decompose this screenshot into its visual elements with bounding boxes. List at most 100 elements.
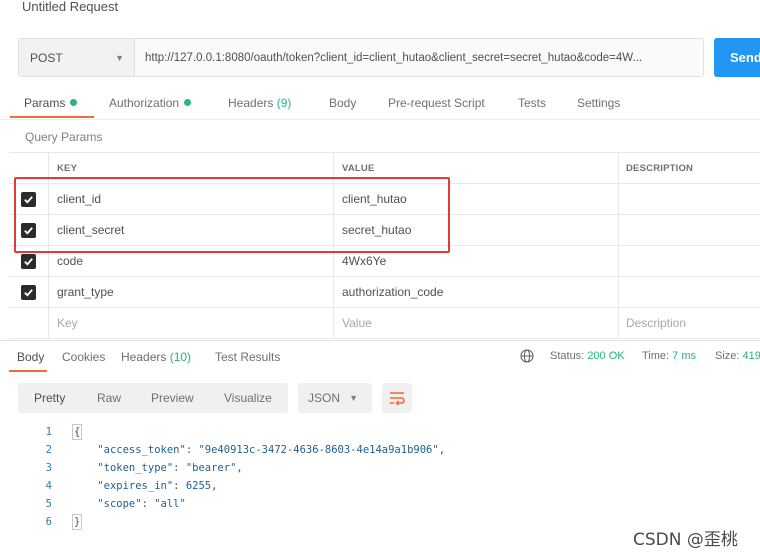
param-value[interactable]: secret_hutao bbox=[334, 215, 619, 245]
row-checkbox-cell bbox=[9, 215, 49, 245]
tab-pre-request-script[interactable]: Pre-request Script bbox=[388, 96, 485, 110]
tab-authorization[interactable]: Authorization bbox=[109, 96, 192, 110]
json-comma: , bbox=[211, 480, 218, 492]
json-key: "expires_in" bbox=[97, 480, 174, 492]
param-description[interactable] bbox=[619, 215, 760, 245]
header-description: DESCRIPTION bbox=[626, 162, 694, 174]
method-label: POST bbox=[30, 50, 63, 65]
param-checkbox[interactable] bbox=[21, 253, 36, 269]
request-title[interactable]: Untitled Request bbox=[22, 0, 118, 14]
table-header-row: KEY VALUE DESCRIPTION bbox=[9, 153, 760, 184]
authorization-active-dot bbox=[184, 99, 192, 106]
tab-headers-label: Headers bbox=[228, 96, 274, 110]
param-key[interactable]: grant_type bbox=[49, 277, 334, 307]
response-time: Time: 7 ms bbox=[642, 350, 696, 362]
time-value[interactable]: 7 ms bbox=[672, 350, 696, 362]
watermark: CSDN @歪桃 bbox=[633, 530, 738, 550]
response-size: Size: 419 bbox=[715, 350, 760, 362]
checkmark-icon bbox=[24, 195, 33, 204]
language-select-label: JSON bbox=[308, 391, 341, 405]
code-line: 2 "access_token": "9e40913c-3472-4636-86… bbox=[0, 441, 760, 459]
format-toolbar: Pretty Raw Preview Visualize bbox=[18, 383, 288, 413]
param-description[interactable] bbox=[619, 277, 760, 307]
time-label: Time: bbox=[642, 350, 670, 362]
tab-params[interactable]: Params bbox=[24, 96, 78, 110]
row-checkbox-cell bbox=[9, 184, 49, 214]
code-line: 5 "scope": "all" bbox=[0, 495, 760, 513]
table-row: client_id client_hutao bbox=[9, 184, 760, 215]
code-text: "token_type": "bearer", bbox=[97, 462, 243, 474]
status-label: Status: bbox=[550, 350, 585, 362]
chevron-down-icon: ▼ bbox=[349, 393, 358, 403]
wrap-lines-icon bbox=[390, 392, 405, 406]
param-value[interactable]: 4Wx6Ye bbox=[334, 246, 619, 276]
tab-response-headers-label: Headers bbox=[121, 350, 167, 364]
query-params-table: KEY VALUE DESCRIPTION client_id client_h… bbox=[9, 152, 760, 339]
param-key[interactable]: client_id bbox=[49, 184, 334, 214]
param-checkbox[interactable] bbox=[21, 222, 36, 238]
json-value: 6255 bbox=[185, 480, 212, 492]
header-key: KEY bbox=[49, 153, 334, 183]
param-key[interactable]: client_secret bbox=[49, 215, 334, 245]
format-raw-button[interactable]: Raw bbox=[97, 383, 121, 413]
response-status: Status: 200 OK bbox=[550, 350, 625, 362]
tab-authorization-label: Authorization bbox=[109, 96, 180, 110]
size-value[interactable]: 419 bbox=[743, 350, 760, 362]
url-input[interactable]: http://127.0.0.1:8080/oauth/token?client… bbox=[135, 39, 703, 76]
format-preview-button[interactable]: Preview bbox=[151, 383, 194, 413]
send-button[interactable]: Send bbox=[714, 38, 760, 77]
tab-cookies[interactable]: Cookies bbox=[62, 350, 105, 364]
method-select[interactable]: POST ▼ bbox=[19, 39, 135, 76]
tab-test-results[interactable]: Test Results bbox=[215, 350, 280, 364]
new-value-input[interactable]: Value bbox=[334, 308, 619, 338]
tab-params-label: Params bbox=[24, 96, 66, 110]
close-brace: } bbox=[72, 514, 83, 530]
code-line: 3 "token_type": "bearer", bbox=[0, 459, 760, 477]
chevron-down-icon: ▼ bbox=[115, 52, 124, 63]
param-key[interactable]: code bbox=[49, 246, 334, 276]
code-text: } bbox=[72, 513, 83, 531]
format-pretty-button[interactable]: Pretty bbox=[34, 383, 65, 413]
tab-settings[interactable]: Settings bbox=[577, 96, 620, 110]
json-key: "scope" bbox=[97, 498, 142, 510]
code-line: 1 { bbox=[0, 423, 760, 441]
code-line: 4 "expires_in": 6255, bbox=[0, 477, 760, 495]
query-params-label: Query Params bbox=[25, 130, 103, 144]
param-checkbox[interactable] bbox=[21, 191, 36, 207]
json-value: "bearer" bbox=[185, 462, 237, 474]
code-text: "scope": "all" bbox=[97, 498, 186, 510]
code-text: "expires_in": 6255, bbox=[97, 480, 218, 492]
language-select[interactable]: JSON ▼ bbox=[298, 383, 372, 413]
tab-tests[interactable]: Tests bbox=[518, 96, 546, 110]
row-checkbox-cell bbox=[9, 246, 49, 276]
tab-response-headers[interactable]: Headers (10) bbox=[121, 350, 191, 364]
tab-headers[interactable]: Headers (9) bbox=[228, 96, 291, 110]
active-response-tab-indicator bbox=[9, 370, 47, 372]
wrap-lines-button[interactable] bbox=[382, 383, 412, 413]
globe-icon[interactable] bbox=[520, 349, 534, 363]
open-brace: { bbox=[72, 424, 83, 440]
checkmark-icon bbox=[24, 288, 33, 297]
active-tab-indicator bbox=[10, 116, 94, 118]
param-value[interactable]: client_hutao bbox=[334, 184, 619, 214]
param-checkbox[interactable] bbox=[21, 284, 36, 300]
new-description-input[interactable]: Description bbox=[619, 308, 760, 338]
tab-headers-count: (9) bbox=[276, 96, 292, 110]
status-value[interactable]: 200 OK bbox=[587, 350, 624, 362]
new-key-input[interactable]: Key bbox=[49, 308, 334, 338]
params-active-dot bbox=[70, 99, 78, 106]
param-description[interactable] bbox=[619, 246, 760, 276]
row-checkbox-cell bbox=[9, 308, 49, 338]
json-key: "access_token" bbox=[97, 444, 186, 456]
table-row-new: Key Value Description bbox=[9, 308, 760, 339]
response-body-viewer[interactable]: 1 { 2 "access_token": "9e40913c-3472-463… bbox=[0, 423, 760, 531]
format-visualize-button[interactable]: Visualize bbox=[224, 383, 272, 413]
param-value[interactable]: authorization_code bbox=[334, 277, 619, 307]
request-tabs: Params Authorization Headers (9) Body Pr… bbox=[0, 91, 760, 119]
param-description[interactable] bbox=[619, 184, 760, 214]
tabs-divider bbox=[0, 119, 760, 120]
json-value: "all" bbox=[154, 498, 186, 510]
json-key: "token_type" bbox=[97, 462, 174, 474]
tab-response-body[interactable]: Body bbox=[17, 350, 44, 364]
tab-body[interactable]: Body bbox=[329, 96, 356, 110]
